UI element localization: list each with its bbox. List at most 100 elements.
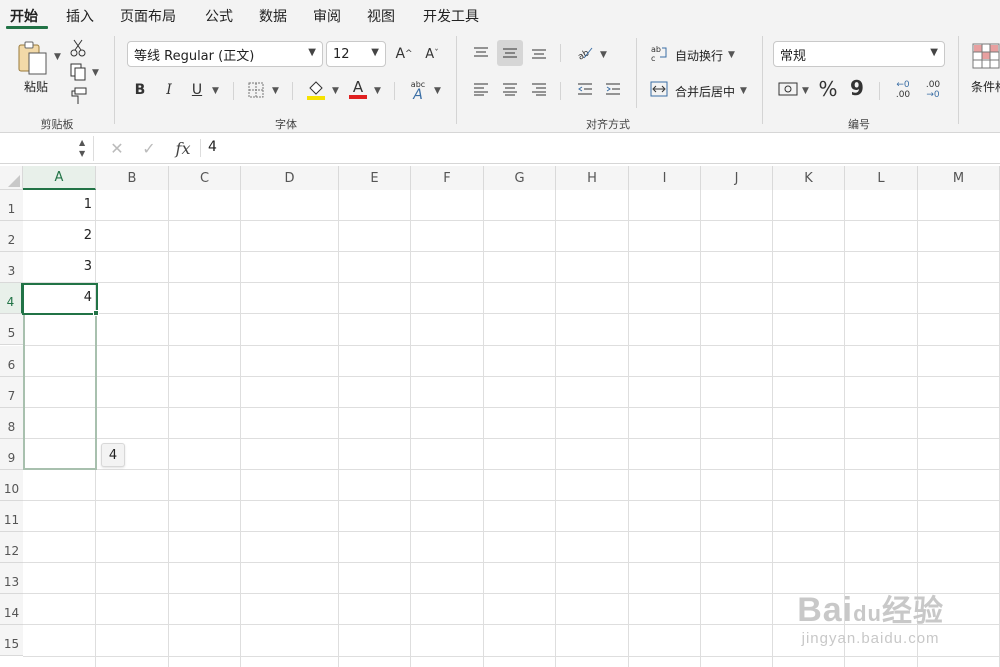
accounting-format-icon[interactable] — [777, 79, 799, 99]
column-header-A[interactable]: A — [23, 166, 96, 190]
column-header-C[interactable]: C — [169, 166, 241, 190]
align-center-icon[interactable] — [499, 78, 521, 100]
font-name-select[interactable]: 等线 Regular (正文) ▼ — [127, 41, 323, 67]
cell-A1[interactable]: 1 — [24, 197, 96, 212]
row-header-7[interactable]: 7 — [0, 376, 23, 408]
align-left-icon[interactable] — [470, 78, 492, 100]
row-header-6[interactable]: 6 — [0, 345, 23, 377]
select-all-corner[interactable] — [0, 166, 23, 190]
increase-indent-icon[interactable] — [602, 78, 624, 100]
row-header-2[interactable]: 2 — [0, 221, 23, 253]
column-header-E[interactable]: E — [339, 166, 411, 190]
row-header-13[interactable]: 13 — [0, 563, 23, 595]
wrap-text-dropdown-icon[interactable]: ▼ — [728, 50, 735, 60]
paste-icon[interactable] — [14, 40, 52, 76]
name-box[interactable]: ▲ ▼ — [0, 136, 94, 161]
comma-style-button[interactable]: 9 — [848, 76, 866, 100]
tab-data[interactable]: 数据 — [259, 6, 287, 26]
bold-button[interactable]: B — [131, 80, 149, 100]
row-header-14[interactable]: 14 — [0, 594, 23, 626]
column-header-B[interactable]: B — [96, 166, 169, 190]
tab-developer[interactable]: 开发工具 — [423, 6, 479, 26]
align-middle-icon[interactable] — [497, 40, 523, 66]
row-header-5[interactable]: 5 — [0, 314, 23, 346]
font-color-icon[interactable]: A — [347, 77, 369, 101]
column-header-G[interactable]: G — [484, 166, 556, 190]
function-icon[interactable]: fx — [172, 138, 194, 158]
conditional-format-button[interactable]: 条件格式 — [971, 78, 1000, 95]
chevron-up-icon[interactable]: ▲ — [79, 138, 85, 147]
column-header-D[interactable]: D — [241, 166, 339, 190]
wrap-text-icon[interactable]: ab c — [648, 42, 670, 64]
column-header-H[interactable]: H — [556, 166, 629, 190]
decrease-indent-icon[interactable] — [574, 78, 596, 100]
row-header-9[interactable]: 9 — [0, 438, 23, 470]
conditional-format-icon[interactable] — [972, 42, 1000, 70]
orientation-icon[interactable]: ab — [574, 42, 596, 64]
align-right-icon[interactable] — [528, 78, 550, 100]
worksheet-grid[interactable]: ABCDEFGHIJKLM 1 2 3 4 5 6 7 8 9 10 11 12 13 14 15 1 2 … — [0, 164, 1000, 667]
paste-dropdown-icon[interactable]: ▼ — [54, 52, 61, 62]
column-header-I[interactable]: I — [629, 166, 701, 190]
merge-dropdown-icon[interactable]: ▼ — [740, 86, 747, 96]
underline-button[interactable]: U — [188, 80, 206, 100]
chevron-down-icon[interactable]: ▼ — [79, 149, 85, 158]
cell-A3[interactable]: 3 — [24, 259, 96, 274]
column-header-L[interactable]: L — [845, 166, 918, 190]
copy-dropdown-icon[interactable]: ▼ — [92, 68, 99, 78]
tab-formulas[interactable]: 公式 — [205, 6, 233, 26]
formula-input[interactable]: 4 — [208, 139, 217, 155]
borders-dropdown-icon[interactable]: ▼ — [272, 86, 279, 96]
column-header-K[interactable]: K — [773, 166, 845, 190]
align-top-icon[interactable] — [470, 42, 492, 64]
row-header-12[interactable]: 12 — [0, 532, 23, 564]
row-header-10[interactable]: 10 — [0, 469, 23, 501]
merge-center-icon[interactable] — [648, 78, 670, 100]
row-header-11[interactable]: 11 — [0, 501, 23, 533]
column-header-J[interactable]: J — [701, 166, 773, 190]
increase-font-size-icon[interactable]: A ^ — [394, 43, 414, 65]
wrap-text-button[interactable]: 自动换行 — [675, 47, 723, 64]
underline-dropdown-icon[interactable]: ▼ — [212, 86, 219, 96]
number-format-select[interactable]: 常规 ▼ — [773, 41, 945, 67]
accounting-dropdown-icon[interactable]: ▼ — [802, 86, 809, 96]
merge-center-button[interactable]: 合并后居中 — [675, 83, 735, 100]
tab-page-layout[interactable]: 页面布局 — [120, 6, 176, 26]
tab-view[interactable]: 视图 — [367, 6, 395, 26]
orientation-dropdown-icon[interactable]: ▼ — [600, 50, 607, 60]
decrease-font-size-icon[interactable]: Aˇ — [422, 43, 442, 65]
italic-button[interactable]: I — [160, 80, 178, 100]
copy-icon[interactable] — [68, 62, 88, 82]
increase-decimal-icon[interactable]: ←0 .00 — [890, 78, 916, 102]
autofill-preview-range — [23, 314, 97, 470]
row-header-4[interactable]: 4 — [0, 283, 23, 315]
group-divider — [456, 36, 457, 124]
borders-icon[interactable] — [246, 80, 266, 100]
cancel-icon[interactable]: ✕ — [108, 139, 126, 158]
row-header-8[interactable]: 8 — [0, 407, 23, 439]
cell-A2[interactable]: 2 — [24, 228, 96, 243]
fill-color-dropdown-icon[interactable]: ▼ — [332, 86, 339, 96]
column-header-M[interactable]: M — [918, 166, 1000, 190]
phonetic-guide-icon[interactable]: abc A — [406, 78, 430, 102]
column-header-F[interactable]: F — [411, 166, 484, 190]
enter-icon[interactable]: ✓ — [140, 139, 158, 158]
tab-home[interactable]: 开始 — [10, 6, 38, 26]
font-size-select[interactable]: 12 ▼ — [326, 41, 386, 67]
cut-icon[interactable] — [68, 38, 88, 58]
column-gridline — [772, 190, 773, 667]
format-painter-icon[interactable] — [68, 86, 88, 106]
fill-color-icon[interactable] — [305, 78, 327, 102]
tab-insert[interactable]: 插入 — [66, 6, 94, 26]
align-bottom-icon[interactable] — [528, 42, 550, 64]
decrease-decimal-icon[interactable]: .00 →0 — [920, 78, 946, 102]
tab-review[interactable]: 审阅 — [313, 6, 341, 26]
phonetic-dropdown-icon[interactable]: ▼ — [434, 86, 441, 96]
row-header-15[interactable]: 15 — [0, 625, 23, 657]
fill-handle[interactable] — [93, 310, 99, 316]
percent-style-button[interactable]: % — [817, 77, 839, 101]
paste-label[interactable]: 粘贴 — [24, 78, 48, 95]
row-header-1[interactable]: 1 — [0, 190, 23, 222]
row-header-3[interactable]: 3 — [0, 252, 23, 284]
font-color-dropdown-icon[interactable]: ▼ — [374, 86, 381, 96]
